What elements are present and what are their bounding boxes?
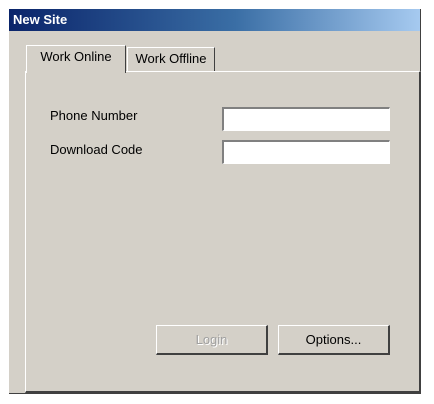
- options-button[interactable]: Options...: [278, 325, 390, 355]
- new-site-dialog: New Site Work Online Work Offline Phone …: [9, 9, 421, 394]
- tab-work-offline-label: Work Offline: [135, 51, 207, 66]
- tab-work-online-label: Work Online: [40, 49, 112, 64]
- tab-work-offline[interactable]: Work Offline: [127, 47, 215, 71]
- tab-work-online[interactable]: Work Online: [26, 45, 126, 73]
- download-code-input[interactable]: [222, 140, 390, 164]
- download-code-label: Download Code: [50, 142, 143, 157]
- window-title: New Site: [13, 12, 68, 27]
- title-bar[interactable]: New Site: [9, 9, 420, 31]
- phone-number-input[interactable]: [222, 107, 390, 131]
- login-button[interactable]: Login: [156, 325, 268, 355]
- work-online-panel: Phone Number Download Code Login Options…: [25, 71, 421, 393]
- phone-number-label: Phone Number: [50, 108, 138, 123]
